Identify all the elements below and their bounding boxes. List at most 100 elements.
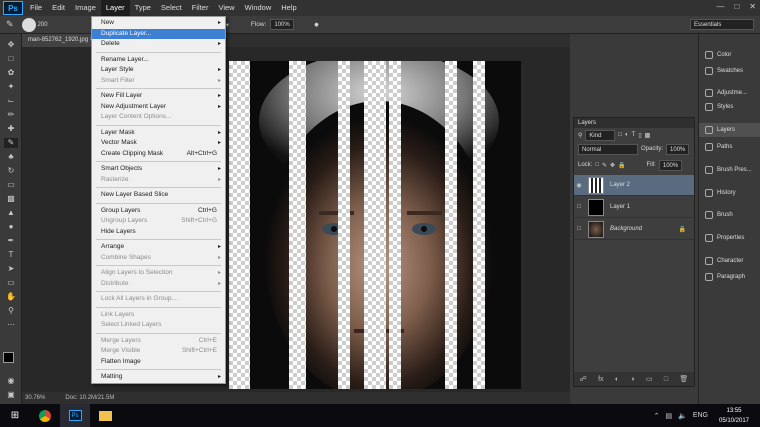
lasso-tool-icon[interactable]: ✿ [4, 68, 18, 78]
panel-brush-presets[interactable]: Brush Pres... [699, 163, 760, 177]
visibility-eye-icon[interactable]: □ [574, 226, 584, 232]
airbrush-icon[interactable]: ✸ [314, 21, 319, 29]
opacity-slider-icon[interactable]: ▾ [226, 21, 229, 29]
menu-item-flatten-image[interactable]: Flatten Image [92, 357, 225, 367]
document-canvas[interactable] [229, 61, 521, 389]
layer-row-background[interactable]: □ Background 🔒 [574, 219, 694, 240]
hand-tool-icon[interactable]: ✋ [4, 292, 18, 302]
brush-tool-icon[interactable]: ✎ [6, 19, 14, 30]
photoshop-taskbar-icon[interactable]: Ps [60, 404, 90, 427]
menu-window[interactable]: Window [240, 0, 277, 16]
panel-styles[interactable]: Styles [699, 102, 760, 112]
menu-item-new-layer-based-slice[interactable]: New Layer Based Slice [92, 190, 225, 200]
menu-item-layer-mask[interactable]: Layer Mask ▸ [92, 128, 225, 138]
lock-position-icon[interactable]: ✥ [610, 162, 615, 169]
menu-item-hide-layers[interactable]: Hide Layers [92, 227, 225, 237]
healing-brush-icon[interactable]: ✚ [4, 124, 18, 134]
menu-item-delete[interactable]: Delete ▸ [92, 39, 225, 49]
menu-item-new[interactable]: New ▸ [92, 18, 225, 28]
panel-adjustments[interactable]: Adjustme... [699, 86, 760, 100]
menu-image[interactable]: Image [70, 0, 101, 16]
history-brush-icon[interactable]: ↻ [4, 166, 18, 176]
menu-filter[interactable]: Filter [187, 0, 214, 16]
type-tool-icon[interactable]: T [4, 250, 18, 260]
kind-filter[interactable]: Kind [585, 129, 616, 141]
panel-paragraph[interactable]: Paragraph [699, 270, 760, 284]
filter-smart-icon[interactable]: ▩ [645, 132, 651, 139]
brush-preset-icon[interactable] [21, 17, 36, 32]
pen-tool-icon[interactable]: ✒ [4, 236, 18, 246]
panel-color[interactable]: Color [699, 48, 760, 62]
document-tab[interactable]: man-852762_1920.jpg × [22, 34, 100, 47]
clone-stamp-icon[interactable]: ♣ [4, 152, 18, 162]
adjustment-layer-icon[interactable]: ◑ [630, 376, 634, 383]
menu-item-matting[interactable]: Matting ▸ [92, 372, 225, 382]
link-icon[interactable]: ☍ [580, 375, 587, 383]
more-tools-icon[interactable]: ⋯ [4, 320, 18, 330]
menu-item-smart-objects[interactable]: Smart Objects ▸ [92, 164, 225, 174]
lock-transparent-icon[interactable]: □ [595, 162, 599, 168]
eraser-icon[interactable]: ▭ [4, 180, 18, 190]
filter-pixel-icon[interactable]: □ [618, 132, 622, 138]
menu-item-rename-layer[interactable]: Rename Layer... [92, 55, 225, 65]
rectangle-tool-icon[interactable]: ▭ [4, 278, 18, 288]
menu-item-duplicate-layer[interactable]: Duplicate Layer... [92, 28, 225, 39]
blur-icon[interactable]: ▲ [4, 208, 18, 218]
mask-icon[interactable]: ◐ [615, 376, 619, 383]
menu-edit[interactable]: Edit [47, 0, 70, 16]
foreground-color-swatch[interactable] [3, 352, 14, 363]
panel-paths[interactable]: Paths [699, 140, 760, 154]
file-explorer-icon[interactable] [90, 404, 120, 427]
windows-start-icon[interactable]: ⊞ [0, 404, 30, 427]
minimize-icon[interactable]: — [716, 2, 724, 11]
group-icon[interactable]: ▭ [646, 375, 653, 383]
filter-adjust-icon[interactable]: ◐ [625, 132, 629, 138]
maximize-icon[interactable]: □ [734, 2, 739, 11]
visibility-eye-icon[interactable]: ◉ [574, 182, 584, 189]
document-info[interactable]: Doc: 10.2M/21.5M [65, 395, 114, 401]
menu-layer[interactable]: Layer [100, 0, 130, 16]
language-indicator[interactable]: ENG [693, 412, 708, 420]
brush-tool-icon[interactable]: ✎ [4, 138, 18, 148]
menu-item-group-layers[interactable]: Group Layers Ctrl+G [92, 206, 225, 216]
fx-icon[interactable]: fx [598, 376, 603, 383]
close-icon[interactable]: ✕ [749, 2, 756, 11]
eyedropper-icon[interactable]: ✏ [4, 110, 18, 120]
move-tool-icon[interactable]: ✥ [4, 40, 18, 50]
layer-row-layer-1[interactable]: □ Layer 1 [574, 197, 694, 218]
panel-properties[interactable]: Properties [699, 231, 760, 245]
visibility-eye-icon[interactable]: □ [574, 204, 584, 210]
dodge-icon[interactable]: ● [4, 222, 18, 232]
taskbar-clock[interactable]: 13:55 05/10/2017 [714, 404, 754, 427]
panel-brush[interactable]: Brush [699, 208, 760, 222]
network-icon[interactable]: ▤ [665, 412, 672, 420]
trash-icon[interactable]: 🗑 [679, 375, 688, 383]
tray-up-icon[interactable]: ⌃ [654, 412, 660, 420]
zoom-tool-icon[interactable]: ⚲ [4, 306, 18, 316]
path-select-icon[interactable]: ➤ [4, 264, 18, 274]
panel-character[interactable]: Character [699, 254, 760, 268]
opacity-input[interactable]: 100% [666, 143, 690, 155]
menu-item-create-clipping-mask[interactable]: Create Clipping Mask Alt+Ctrl+G [92, 149, 225, 159]
fill-input[interactable]: 100% [658, 159, 683, 171]
menu-item-new-adjustment-layer[interactable]: New Adjustment Layer ▸ [92, 102, 225, 112]
marquee-tool-icon[interactable]: □ [4, 54, 18, 64]
screen-mode-icon[interactable]: ▣ [4, 390, 18, 400]
new-layer-icon[interactable]: □ [664, 376, 668, 383]
workspace-select[interactable]: Essentials [690, 19, 754, 30]
quick-select-icon[interactable]: ✦ [4, 82, 18, 92]
panel-layers[interactable]: Layers [699, 123, 760, 137]
menu-item-layer-style[interactable]: Layer Style ▸ [92, 65, 225, 75]
lock-all-icon[interactable]: 🔒 [618, 162, 625, 169]
zoom-level[interactable]: 30.76% [25, 395, 45, 401]
crop-tool-icon[interactable]: ⌙ [4, 96, 18, 106]
menu-item-new-fill-layer[interactable]: New Fill Layer ▸ [92, 91, 225, 101]
panel-history[interactable]: History [699, 186, 760, 200]
filter-type-icon[interactable]: T [632, 132, 636, 138]
menu-type[interactable]: Type [130, 0, 156, 16]
flow-input[interactable]: 100% [270, 19, 294, 30]
menu-item-arrange[interactable]: Arrange ▸ [92, 242, 225, 252]
menu-help[interactable]: Help [276, 0, 301, 16]
panel-swatches[interactable]: Swatches [699, 64, 760, 78]
brush-size[interactable]: 200 [38, 22, 48, 28]
